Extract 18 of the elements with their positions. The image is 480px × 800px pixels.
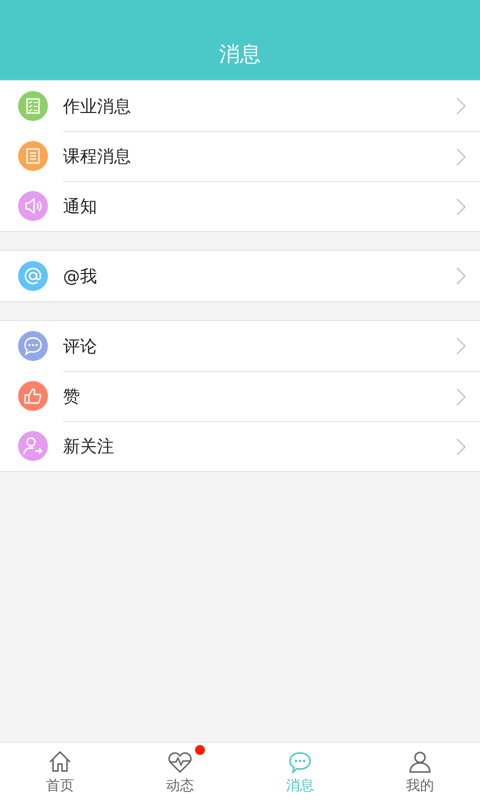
- menu-item[interactable]: 通知: [63, 195, 456, 218]
- menu-item[interactable]: 赞: [63, 385, 456, 408]
- tab[interactable]: 我的: [360, 743, 480, 800]
- chevron-icon: [456, 438, 466, 456]
- chevron-icon: [456, 337, 466, 355]
- chevron-icon: [456, 267, 466, 285]
- tab[interactable]: 首页: [0, 743, 120, 800]
- menu-item[interactable]: 新关注: [63, 435, 456, 458]
- tab[interactable]: 动态: [120, 743, 240, 800]
- menu-item[interactable]: 评论: [63, 334, 456, 358]
- home-icon: [47, 748, 73, 774]
- menu-item[interactable]: 课程消息: [63, 145, 456, 168]
- chevron-icon: [456, 198, 466, 216]
- chevron-icon: [456, 148, 466, 166]
- page-title: 消息: [219, 41, 261, 68]
- chevron-icon: [456, 97, 466, 115]
- menu-item[interactable]: 作业消息: [63, 94, 456, 118]
- chevron-icon: [456, 388, 466, 406]
